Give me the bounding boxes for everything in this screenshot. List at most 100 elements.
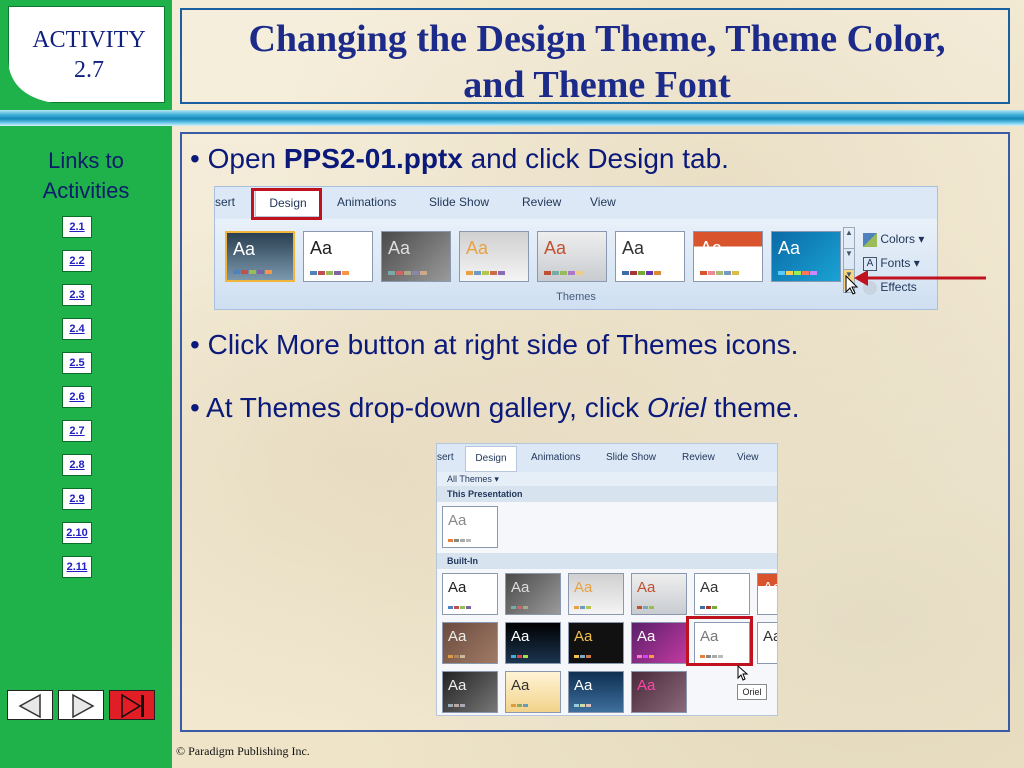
- arrow-right-icon: [72, 693, 95, 719]
- oriel-tooltip: Oriel: [737, 684, 767, 700]
- theme-thumbnail[interactable]: Aa: [568, 671, 624, 713]
- links-title-line1: Links to: [48, 148, 124, 173]
- tab-insert[interactable]: sert: [437, 444, 454, 472]
- tab-animations[interactable]: Animations: [337, 187, 396, 217]
- theme-thumbnail[interactable]: Aa: [442, 671, 498, 713]
- theme-thumbnail[interactable]: Aa: [505, 671, 561, 713]
- red-arrow-icon: [854, 270, 986, 286]
- theme-thumbnail[interactable]: Aa: [442, 622, 498, 664]
- theme-thumbnail[interactable]: Aa: [631, 671, 687, 713]
- theme-thumbnail[interactable]: Aa: [537, 231, 607, 282]
- colors-option[interactable]: Colors ▾: [863, 227, 924, 251]
- link-activity-2-1[interactable]: 2.1: [62, 216, 92, 238]
- theme-aa: Aa: [700, 238, 723, 258]
- tab-view[interactable]: View: [590, 187, 616, 217]
- link-activity-2-11[interactable]: 2.11: [62, 556, 92, 578]
- theme-colors: [388, 271, 427, 275]
- theme-thumbnail[interactable]: Aa: [442, 506, 498, 548]
- theme-thumbnail[interactable]: Aa: [505, 573, 561, 615]
- theme-thumbnail[interactable]: Aa: [381, 231, 451, 282]
- scroll-up-icon[interactable]: ▲: [844, 228, 854, 249]
- all-themes-dropdown[interactable]: All Themes ▾: [437, 472, 777, 486]
- theme-colors: [700, 271, 739, 275]
- theme-aa: Aa: [466, 238, 489, 258]
- theme-colors: [448, 704, 465, 707]
- theme-thumbnail[interactable]: Aa: [459, 231, 529, 282]
- tab-slide-show[interactable]: Slide Show: [606, 444, 656, 472]
- theme-aa: Aa: [637, 579, 656, 596]
- slide-title-line2: and Theme Font: [463, 64, 731, 106]
- previous-slide-button[interactable]: [7, 690, 53, 720]
- theme-thumbnail[interactable]: Aa: [631, 622, 687, 664]
- arrow-left-icon: [18, 693, 41, 719]
- theme-colors: [700, 606, 717, 609]
- theme-aa: Aa: [388, 238, 411, 258]
- theme-aa: Aa: [448, 579, 467, 596]
- theme-colors: [233, 270, 272, 274]
- theme-thumbnail[interactable]: Aa: [505, 622, 561, 664]
- theme-thumbnail[interactable]: Aa: [615, 231, 685, 282]
- all-themes-label: All Themes: [447, 474, 492, 484]
- theme-colors: [511, 655, 528, 658]
- colors-label: Colors: [880, 232, 916, 246]
- theme-thumbnail[interactable]: Aa: [757, 573, 777, 615]
- title-box: Changing the Design Theme, Theme Color, …: [180, 8, 1010, 106]
- bullet-click-oriel: • At Themes drop-down gallery, click Ori…: [190, 391, 799, 425]
- next-slide-button[interactable]: [58, 690, 104, 720]
- activity-curve-decoration: [8, 60, 60, 104]
- bullet-text: theme.: [706, 392, 800, 423]
- bullet-dot: •: [190, 329, 208, 360]
- theme-aa: Aa: [637, 677, 656, 694]
- theme-aa: Aa: [763, 579, 777, 596]
- tab-design[interactable]: Design: [465, 446, 517, 472]
- link-activity-2-10[interactable]: 2.10: [62, 522, 92, 544]
- theme-thumbnail[interactable]: Aa: [442, 573, 498, 615]
- theme-aa: Aa: [448, 628, 467, 645]
- link-activity-2-6[interactable]: 2.6: [62, 386, 92, 408]
- tab-view[interactable]: View: [737, 444, 759, 472]
- theme-colors: [574, 606, 591, 609]
- tab-review[interactable]: Review: [522, 187, 561, 217]
- tab-slide-show[interactable]: Slide Show: [429, 187, 489, 217]
- bullet-open-file: • Open PPS2-01.pptx and click Design tab…: [190, 142, 729, 176]
- oriel-highlight: [686, 616, 753, 666]
- links-title: Links to Activities: [0, 146, 172, 206]
- theme-thumbnail[interactable]: Aa: [757, 622, 777, 664]
- link-activity-2-3[interactable]: 2.3: [62, 284, 92, 306]
- link-activity-2-5[interactable]: 2.5: [62, 352, 92, 374]
- theme-thumbnail[interactable]: Aa: [568, 622, 624, 664]
- links-title-line2: Activities: [42, 178, 130, 203]
- theme-thumbnail[interactable]: Aa: [568, 573, 624, 615]
- theme-aa: Aa: [778, 238, 801, 258]
- link-activity-2-8[interactable]: 2.8: [62, 454, 92, 476]
- tab-review[interactable]: Review: [682, 444, 715, 472]
- link-activity-2-7[interactable]: 2.7: [62, 420, 92, 442]
- themes-group: Aa Aa Aa Aa Aa Aa Aa Aa ▲ ▼ ▼ Colors ▾ A…: [215, 219, 937, 309]
- design-tab-highlight: [251, 188, 322, 220]
- tab-insert[interactable]: sert: [215, 187, 235, 217]
- theme-thumbnail[interactable]: Aa: [631, 573, 687, 615]
- theme-name: Oriel: [646, 392, 707, 423]
- bullet-text: and click Design tab.: [462, 143, 729, 174]
- last-slide-button[interactable]: [109, 690, 155, 720]
- theme-thumbnail[interactable]: Aa: [303, 231, 373, 282]
- tab-animations[interactable]: Animations: [531, 444, 580, 472]
- theme-colors: [511, 606, 528, 609]
- theme-thumbnail[interactable]: Aa: [694, 573, 750, 615]
- theme-aa: Aa: [511, 628, 530, 645]
- theme-aa: Aa: [448, 677, 467, 694]
- theme-aa: Aa: [233, 239, 256, 259]
- theme-thumbnail[interactable]: Aa: [771, 231, 841, 282]
- theme-aa: Aa: [574, 677, 593, 694]
- bullet-text: Click More button at right side of Theme…: [207, 329, 799, 360]
- link-activity-2-2[interactable]: 2.2: [62, 250, 92, 272]
- theme-aa: Aa: [544, 238, 567, 258]
- theme-thumbnail[interactable]: Aa: [693, 231, 763, 282]
- colors-icon: [863, 232, 877, 247]
- link-activity-2-9[interactable]: 2.9: [62, 488, 92, 510]
- slide-title-line1: Changing the Design Theme, Theme Color,: [248, 18, 946, 60]
- theme-colors: [448, 539, 471, 542]
- link-activity-2-4[interactable]: 2.4: [62, 318, 92, 340]
- theme-thumbnail[interactable]: Aa: [225, 231, 295, 282]
- theme-colors: [574, 704, 591, 707]
